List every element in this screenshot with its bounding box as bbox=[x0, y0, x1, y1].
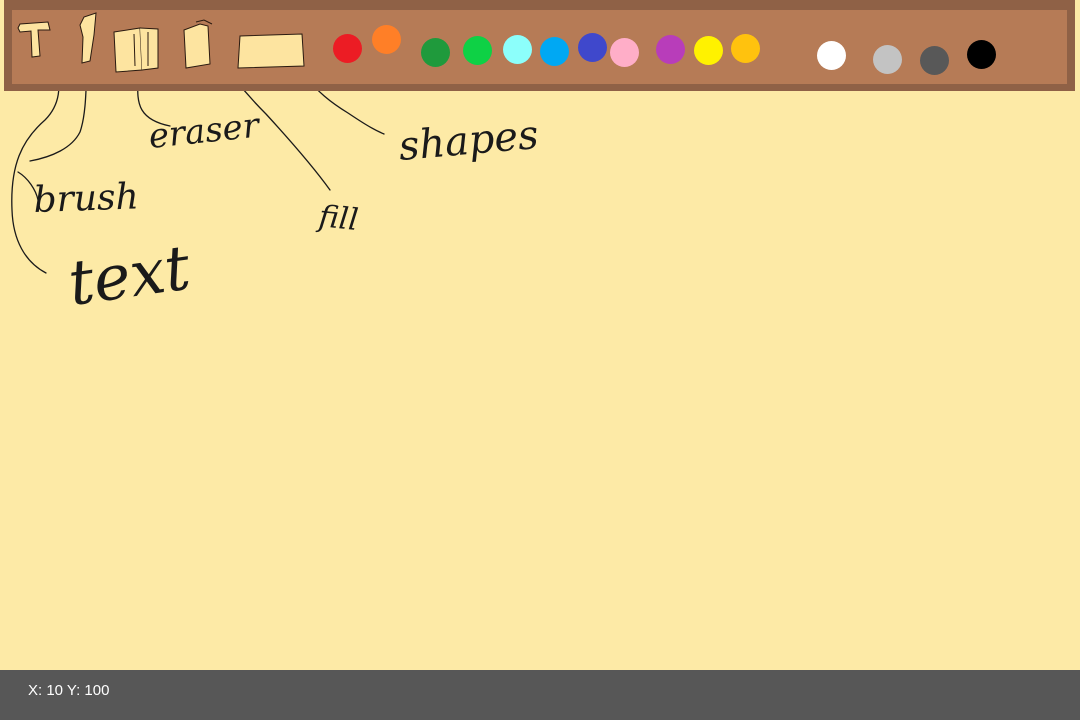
brush-tool-button[interactable] bbox=[76, 12, 100, 67]
drawing-canvas[interactable] bbox=[0, 91, 1080, 670]
color-swatch-yellow[interactable] bbox=[694, 36, 723, 65]
color-swatch-red[interactable] bbox=[333, 34, 362, 63]
fill-bucket-icon bbox=[183, 19, 213, 69]
cursor-coordinates: X: 10 Y: 100 bbox=[28, 682, 110, 699]
color-swatch-pink[interactable] bbox=[610, 38, 639, 67]
text-tool-button[interactable] bbox=[17, 21, 52, 60]
shapes-tool-icon bbox=[237, 33, 305, 69]
color-swatch-black[interactable] bbox=[967, 40, 996, 69]
text-tool-icon bbox=[17, 21, 51, 58]
eraser-tool-button[interactable] bbox=[112, 26, 160, 73]
color-swatch-dark-green[interactable] bbox=[421, 38, 450, 67]
brush-tool-icon bbox=[79, 12, 97, 64]
eraser-tool-icon bbox=[113, 27, 159, 73]
status-bar: X: 10 Y: 100 bbox=[0, 670, 1080, 720]
color-swatch-light-gray[interactable] bbox=[873, 45, 902, 74]
color-swatch-orange[interactable] bbox=[372, 25, 401, 54]
color-swatch-indigo[interactable] bbox=[578, 33, 607, 62]
toolbar bbox=[4, 0, 1075, 91]
color-swatch-gold[interactable] bbox=[731, 34, 760, 63]
color-swatch-white[interactable] bbox=[817, 41, 846, 70]
color-swatch-green[interactable] bbox=[463, 36, 492, 65]
color-swatch-purple[interactable] bbox=[656, 35, 685, 64]
color-swatch-light-cyan[interactable] bbox=[503, 35, 532, 64]
fill-tool-button[interactable] bbox=[182, 18, 214, 72]
color-swatch-dark-gray[interactable] bbox=[920, 46, 949, 75]
color-swatch-blue[interactable] bbox=[540, 37, 569, 66]
shapes-tool-button[interactable] bbox=[236, 32, 308, 70]
